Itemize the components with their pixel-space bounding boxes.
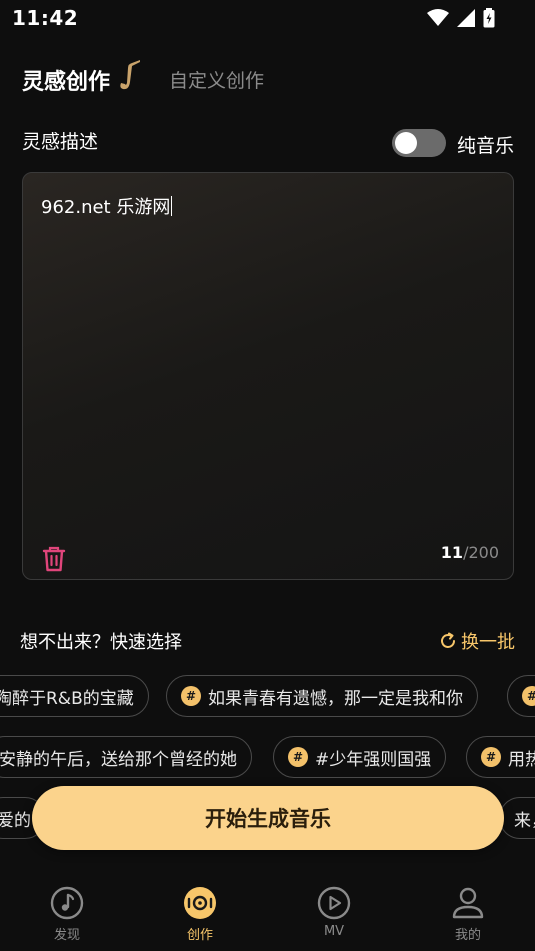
chip-label: 安静的午后，送给那个曾经的她 — [0, 749, 237, 770]
text-caret — [171, 196, 173, 216]
nav-label-mine: 我的 — [454, 928, 481, 943]
status-icons — [427, 8, 495, 28]
status-bar: 11:42 — [0, 0, 535, 38]
nav-item-mine[interactable]: 我的 — [418, 886, 518, 943]
refresh-button[interactable]: 换一批 — [439, 628, 515, 654]
vinyl-disc-icon — [184, 887, 216, 919]
hash-icon: # — [288, 747, 308, 767]
refresh-icon — [441, 632, 455, 648]
inspiration-value: 962.net 乐游网 — [41, 197, 171, 218]
generate-music-button[interactable]: 开始生成音乐 — [32, 786, 504, 850]
inspiration-text-wrap: 962.net 乐游网 — [41, 193, 173, 219]
char-count: 11/200 — [441, 543, 499, 562]
inspiration-input[interactable]: 962.net 乐游网 11/200 — [22, 172, 514, 580]
nav-label-discover: 发现 — [53, 928, 80, 943]
chip-label: 如果青春有遗憾，那一定是我和你 — [208, 688, 463, 709]
bottom-nav: 发现 创作 MV 我的 — [0, 880, 535, 951]
chip-label: 陶醉于R&B的宝藏 — [0, 688, 134, 709]
chip[interactable]: 来， — [499, 797, 535, 839]
toggle-knob — [395, 132, 417, 154]
chip[interactable]: 安静的午后，送给那个曾经的她 — [0, 736, 252, 778]
chip-label: 用热 — [508, 749, 535, 770]
hash-icon: # — [522, 686, 535, 706]
status-time: 11:42 — [12, 6, 79, 30]
chip-label: 来， — [514, 810, 535, 831]
trash-icon[interactable] — [41, 545, 67, 573]
chip-label: #少年强则国强 — [315, 749, 432, 770]
pure-music-label: 纯音乐 — [457, 135, 515, 157]
refresh-label: 换一批 — [461, 632, 515, 653]
nav-label-create: 创作 — [186, 928, 213, 943]
nav-label-mv: MV — [323, 924, 345, 939]
pure-music-toggle[interactable] — [392, 129, 446, 157]
chip-label: 爱的 — [0, 810, 31, 831]
nav-item-mv[interactable]: MV — [284, 886, 384, 939]
chip[interactable]: # — [507, 675, 535, 717]
char-count-current: 11 — [440, 543, 464, 562]
saxophone-icon — [120, 60, 140, 90]
chip[interactable]: # 如果青春有遗憾，那一定是我和你 — [166, 675, 478, 717]
signal-icon — [457, 9, 475, 27]
char-count-max: /200 — [463, 543, 499, 562]
tab-inspiration[interactable]: 灵感创作 — [22, 64, 110, 96]
chip[interactable]: # 用热 — [466, 736, 535, 778]
quick-select-title: 想不出来？快速选择 — [20, 632, 182, 653]
play-icon — [317, 886, 351, 920]
inspiration-label: 灵感描述 — [22, 131, 99, 153]
chip[interactable]: 陶醉于R&B的宝藏 — [0, 675, 149, 717]
hash-icon: # — [181, 686, 201, 706]
profile-icon — [452, 887, 484, 919]
wifi-icon — [427, 9, 449, 26]
battery-icon — [483, 8, 495, 28]
tabs-row: 灵感创作 自定义创作 — [22, 60, 512, 100]
hash-icon: # — [481, 747, 501, 767]
nav-item-create[interactable]: 创作 — [150, 886, 250, 943]
music-note-icon — [50, 886, 84, 920]
chip-row-2: 安静的午后，送给那个曾经的她 # #少年强则国强 # 用热 — [0, 736, 535, 780]
nav-item-discover[interactable]: 发现 — [17, 886, 117, 943]
chip[interactable]: # #少年强则国强 — [273, 736, 447, 778]
tab-custom[interactable]: 自定义创作 — [169, 66, 264, 93]
chip-row-1: 陶醉于R&B的宝藏 # 如果青春有遗憾，那一定是我和你 # — [0, 675, 535, 719]
